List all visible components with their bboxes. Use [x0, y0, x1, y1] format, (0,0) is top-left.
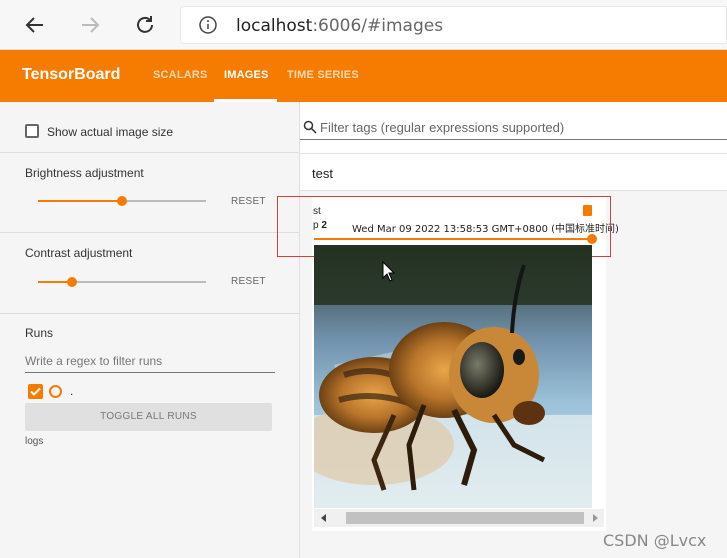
scroll-right-icon[interactable]: [591, 514, 599, 522]
divider: [0, 313, 300, 314]
contrast-reset-button[interactable]: RESET: [231, 276, 266, 287]
tab-images[interactable]: IMAGES: [224, 69, 269, 81]
browser-toolbar: localhost:6006/#images: [0, 0, 727, 50]
show-actual-size-label: Show actual image size: [47, 125, 174, 139]
bee-image: [314, 245, 592, 508]
toggle-all-runs-button[interactable]: TOGGLE ALL RUNS: [25, 403, 272, 431]
show-actual-size-checkbox[interactable]: [25, 124, 39, 138]
tab-time-series[interactable]: TIME SERIES: [287, 69, 359, 81]
runs-title: Runs: [25, 326, 54, 340]
contrast-slider-thumb[interactable]: [67, 277, 77, 287]
brightness-slider-thumb[interactable]: [117, 196, 127, 206]
tag-group-header[interactable]: test: [300, 153, 727, 191]
run-color-circle[interactable]: [49, 385, 62, 398]
url-text: localhost:6006/#images: [236, 16, 443, 36]
arrow-left-icon: [25, 17, 43, 33]
back-button[interactable]: [20, 10, 50, 40]
address-bar[interactable]: localhost:6006/#images: [180, 6, 727, 44]
scroll-left-icon[interactable]: [320, 514, 328, 522]
tensorboard-header: TensorBoard SCALARS IMAGES TIME SERIES: [0, 50, 727, 102]
reload-button[interactable]: [130, 10, 160, 40]
brightness-label: Brightness adjustment: [25, 166, 144, 180]
tag-group-title: test: [312, 166, 333, 181]
divider: [0, 152, 300, 153]
sidebar: Show actual image size Brightness adjust…: [0, 102, 300, 558]
run-filter-input[interactable]: Write a regex to filter runs: [25, 347, 275, 373]
bee-picture: [314, 245, 592, 508]
tag-filter-placeholder: Filter tags (regular expressions support…: [320, 120, 565, 135]
forward-button[interactable]: [75, 10, 105, 40]
brightness-slider-fill: [38, 200, 122, 202]
horizontal-scrollbar[interactable]: [314, 509, 604, 527]
app-logo[interactable]: TensorBoard: [22, 66, 120, 84]
brightness-reset-button[interactable]: RESET: [231, 196, 266, 207]
tag-filter-input[interactable]: Filter tags (regular expressions support…: [300, 115, 727, 140]
arrow-right-icon: [82, 17, 100, 33]
check-icon: [30, 387, 41, 396]
contrast-label: Contrast adjustment: [25, 246, 133, 260]
url-host: localhost: [236, 16, 313, 36]
info-icon[interactable]: [198, 15, 218, 35]
url-path: :6006/#images: [312, 16, 444, 36]
scrollbar-thumb[interactable]: [346, 512, 584, 524]
run-name: .: [70, 384, 74, 398]
search-icon: [303, 120, 317, 134]
reload-icon: [137, 16, 153, 33]
divider: [0, 232, 300, 233]
mouse-cursor-icon: [382, 261, 396, 282]
run-checkbox[interactable]: [28, 384, 43, 399]
tab-scalars[interactable]: SCALARS: [153, 69, 208, 81]
logdir-label: logs: [25, 436, 44, 447]
watermark: CSDN @Lvcx: [603, 531, 707, 550]
